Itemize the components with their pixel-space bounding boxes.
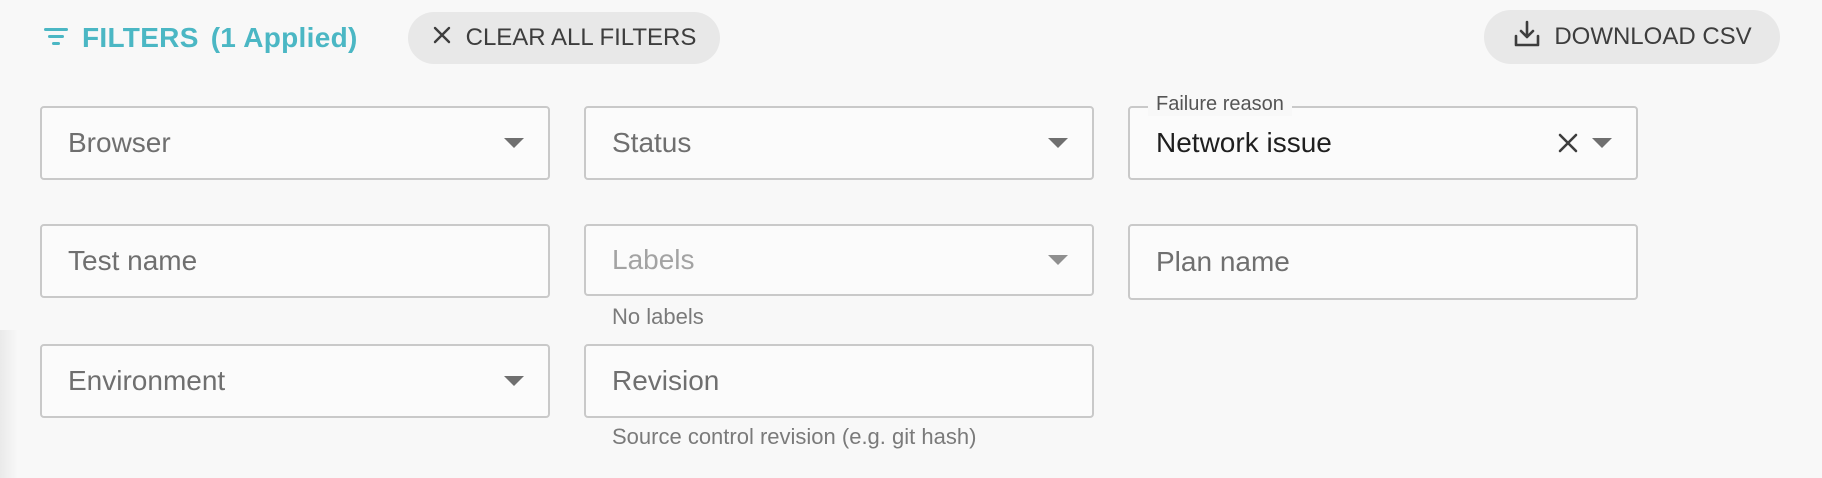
download-tray-icon <box>1512 19 1542 56</box>
status-select-placeholder: Status <box>612 127 692 158</box>
chevron-down-icon <box>504 376 524 386</box>
test-name-placeholder: Test name <box>68 245 198 276</box>
environment-select[interactable]: Environment <box>40 344 550 418</box>
revision-helper-text: Source control revision (e.g. git hash) <box>612 424 977 449</box>
clear-all-filters-label: CLEAR ALL FILTERS <box>465 24 697 51</box>
browser-select[interactable]: Browser <box>40 106 550 180</box>
close-icon <box>432 24 452 52</box>
labels-helper-text: No labels <box>612 304 704 329</box>
download-csv-button[interactable]: DOWNLOAD CSV <box>1484 10 1780 64</box>
status-select[interactable]: Status <box>584 106 1094 180</box>
labels-select-placeholder: Labels <box>612 244 695 275</box>
chevron-down-icon <box>504 138 524 148</box>
chevron-down-icon <box>1592 138 1612 148</box>
labels-select: Labels <box>584 224 1094 296</box>
failure-reason-value: Network issue <box>1156 127 1332 158</box>
failure-reason-select[interactable]: Failure reason Network issue <box>1128 93 1638 180</box>
browser-select-placeholder: Browser <box>68 127 171 158</box>
failure-reason-label: Failure reason <box>1148 93 1292 116</box>
filters-toggle[interactable]: FILTERS (1 Applied) <box>42 18 358 58</box>
chevron-down-icon <box>1048 255 1068 265</box>
environment-select-placeholder: Environment <box>68 365 226 396</box>
clear-selection-icon[interactable] <box>1556 131 1580 155</box>
filter-lines-icon <box>42 22 70 54</box>
test-name-field[interactable]: Test name <box>40 224 550 298</box>
panel-edge-shadow <box>0 330 18 478</box>
plan-name-field[interactable]: Plan name <box>1128 224 1638 300</box>
download-csv-label: DOWNLOAD CSV <box>1554 23 1752 50</box>
applied-count: (1 Applied) <box>210 22 358 53</box>
filters-label: FILTERS <box>82 22 199 53</box>
clear-all-filters-button[interactable]: CLEAR ALL FILTERS <box>408 12 720 64</box>
revision-placeholder: Revision <box>612 365 720 396</box>
chevron-down-icon <box>1048 138 1068 148</box>
revision-field[interactable]: Revision <box>584 344 1094 418</box>
plan-name-placeholder: Plan name <box>1156 246 1290 277</box>
